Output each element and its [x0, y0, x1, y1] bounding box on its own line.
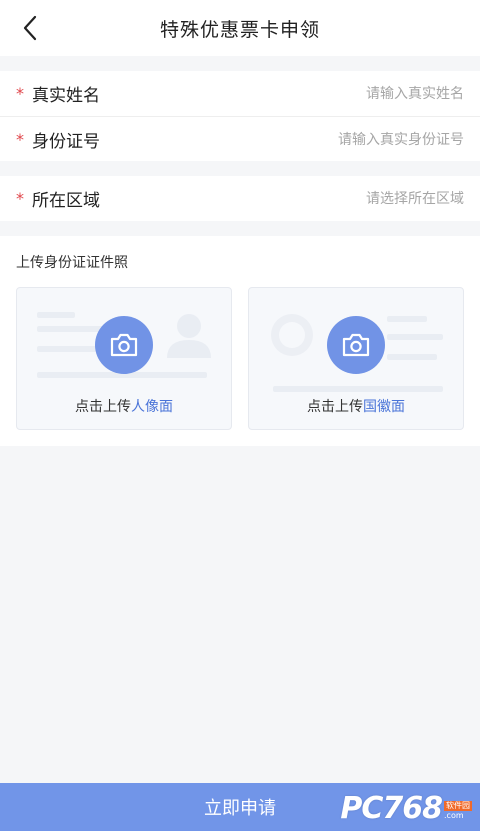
- placeholder-line: [37, 312, 75, 318]
- region-label: 所在区域: [32, 191, 100, 211]
- upload-back-caption: 点击上传国徽面: [249, 396, 463, 416]
- page-title: 特殊优惠票卡申领: [159, 18, 320, 41]
- portrait-silhouette-icon: [167, 314, 211, 358]
- camera-button[interactable]: [327, 316, 385, 374]
- upload-front-card[interactable]: 点击上传人像面: [16, 287, 232, 430]
- region-select[interactable]: [204, 176, 464, 221]
- camera-icon: [342, 333, 370, 357]
- upload-back-highlight: 国徽面: [363, 399, 405, 415]
- required-mark: *: [16, 189, 24, 208]
- nav-bar: 特殊优惠票卡申领: [0, 0, 480, 56]
- watermark-domain: .com: [444, 811, 464, 820]
- watermark-text: PC768: [340, 791, 443, 826]
- placeholder-line: [387, 334, 443, 340]
- upload-front-highlight: 人像面: [131, 399, 173, 415]
- back-arrow-icon: [23, 15, 37, 41]
- placeholder-line: [37, 326, 107, 332]
- identity-form-group: * 真实姓名 * 身份证号: [0, 71, 480, 162]
- required-mark: *: [16, 129, 24, 149]
- upload-front-caption: 点击上传人像面: [17, 396, 231, 416]
- name-row: * 真实姓名: [0, 71, 480, 116]
- region-row[interactable]: * 所在区域: [0, 176, 480, 221]
- back-button[interactable]: [14, 12, 46, 44]
- upload-title: 上传身份证证件照: [16, 255, 128, 271]
- upload-front-prefix: 点击上传: [75, 399, 131, 415]
- watermark-badge: 软件园: [444, 801, 472, 811]
- placeholder-line: [37, 346, 97, 352]
- name-label: 真实姓名: [32, 86, 100, 106]
- placeholder-line: [387, 354, 437, 360]
- placeholder-line: [387, 316, 427, 322]
- region-form-group: * 所在区域: [0, 176, 480, 221]
- watermark-sub: 软件园 .com: [444, 801, 472, 821]
- watermark-logo: PC768 软件园 .com: [340, 789, 472, 825]
- upload-back-prefix: 点击上传: [307, 399, 363, 415]
- idcard-input[interactable]: [204, 117, 464, 162]
- required-mark: *: [16, 84, 24, 103]
- name-input[interactable]: [204, 71, 464, 116]
- upload-back-card[interactable]: 点击上传国徽面: [248, 287, 464, 430]
- idcard-label: 身份证号: [32, 131, 100, 152]
- camera-icon: [110, 333, 138, 357]
- camera-button[interactable]: [95, 316, 153, 374]
- emblem-icon: [271, 314, 313, 356]
- placeholder-line: [273, 386, 443, 392]
- idcard-row: * 身份证号: [0, 116, 480, 162]
